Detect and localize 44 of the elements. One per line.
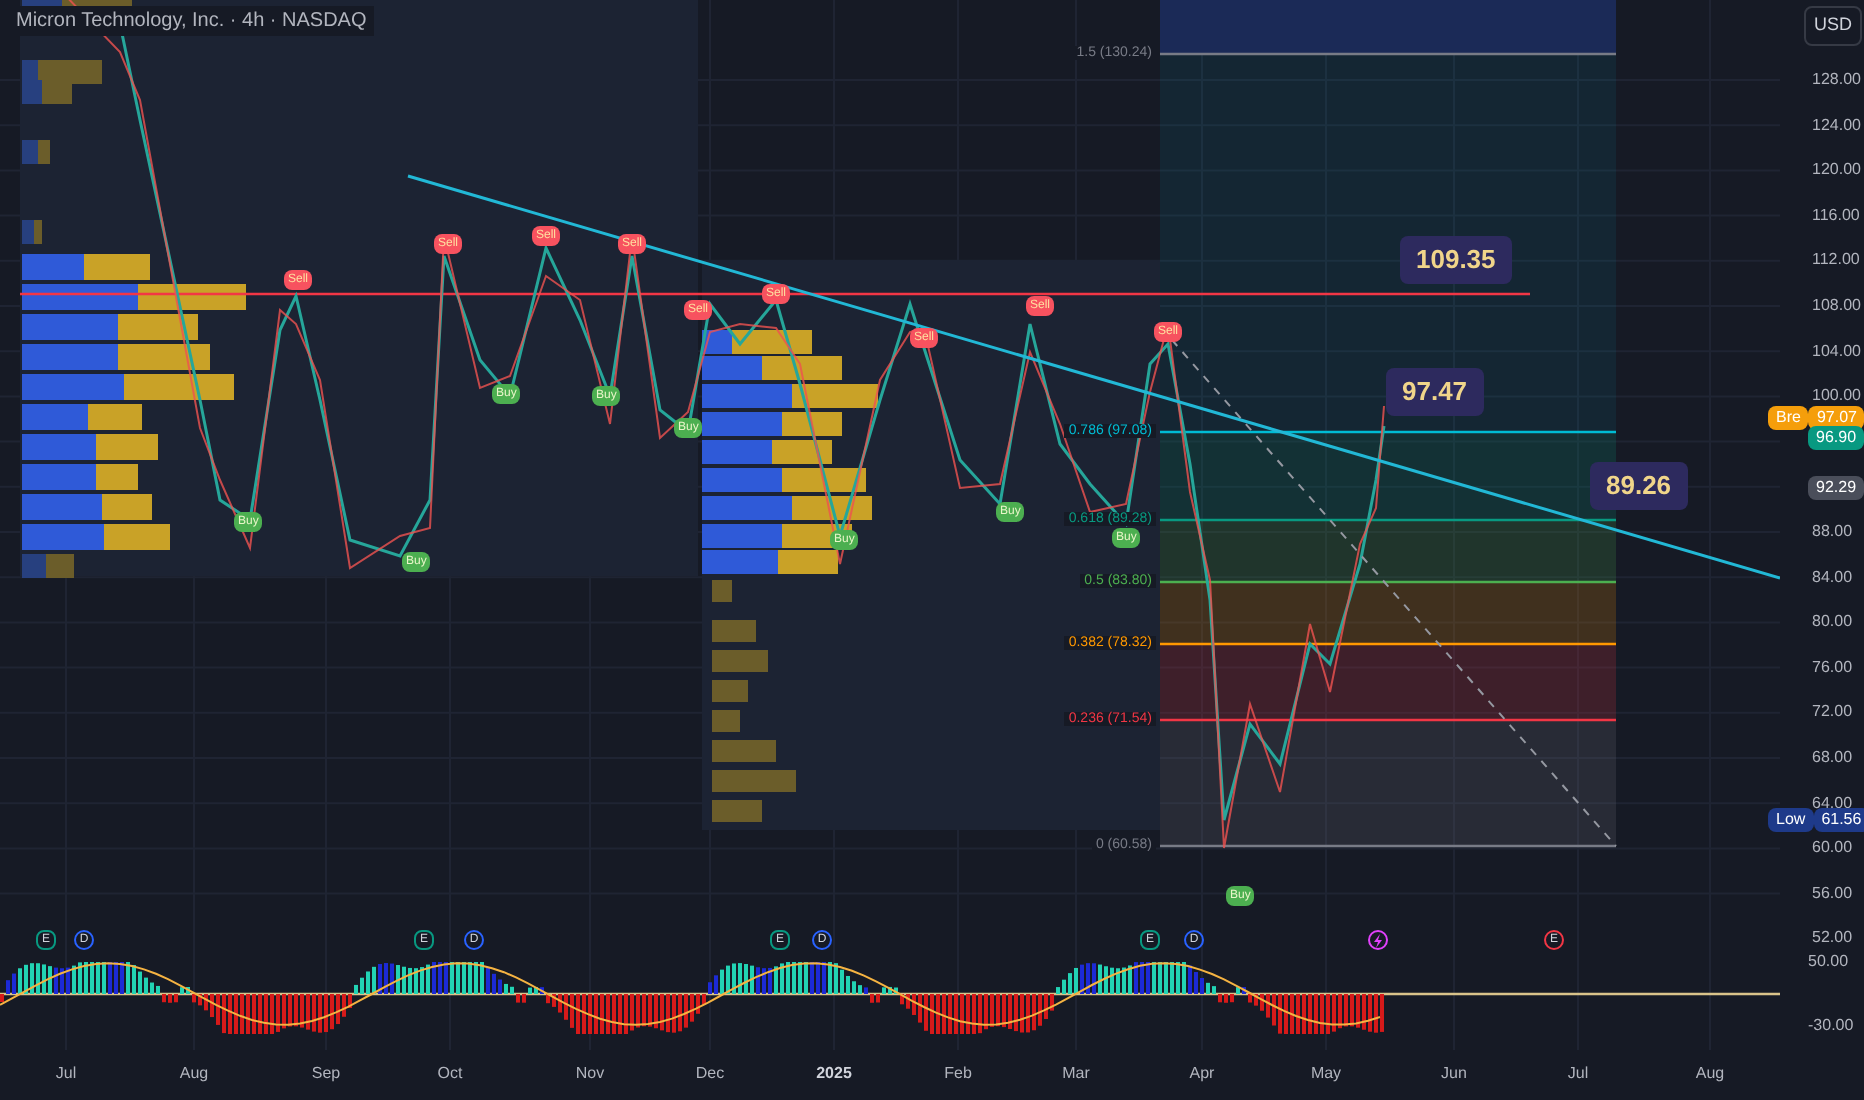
price-callout: 109.35 (1400, 236, 1512, 283)
price-axis-label: 56.00 (1812, 885, 1853, 902)
price-axis-label: 64.00 (1812, 795, 1853, 812)
price-axis-label: 116.00 (1812, 207, 1860, 224)
price-callout: 97.47 (1386, 368, 1484, 415)
price-tag-label: Bre (1768, 406, 1809, 430)
time-axis-label: Apr (1189, 1066, 1215, 1082)
price-axis-label: 76.00 (1812, 659, 1853, 676)
price-tag-label: Low (1768, 808, 1814, 832)
price-axis-label: 128.00 (1812, 72, 1861, 88)
time-axis-label: Aug (179, 1066, 209, 1082)
time-axis-label: Jul (1567, 1066, 1589, 1082)
currency-button[interactable]: USD (1804, 6, 1863, 45)
time-axis-label: Jun (1441, 1066, 1467, 1082)
price-axis-label: 88.00 (1812, 524, 1853, 540)
price-axis-label: 104.00 (1812, 343, 1861, 360)
time-axis-label: Oct (437, 1066, 463, 1082)
price-axis-label: 100.00 (1812, 388, 1861, 405)
price-axis-label: 68.00 (1812, 750, 1853, 766)
time-axis-label: 2025 (816, 1066, 852, 1082)
time-axis-label: May (1310, 1066, 1342, 1082)
price-callout: 89.26 (1590, 462, 1688, 509)
price-axis-label: 108.00 (1812, 298, 1861, 314)
time-axis-label: Feb (944, 1066, 972, 1082)
price-axis-label: 52.00 (1812, 930, 1853, 947)
price-axis-label: 112.00 (1812, 252, 1860, 269)
time-axis-label: Dec (695, 1066, 725, 1082)
oscillator-axis-label: 50.00 (1808, 954, 1849, 970)
price-axis-label: 84.00 (1812, 569, 1853, 586)
price-tag: 61.56 (1813, 808, 1864, 832)
price-axis-label: 120.00 (1812, 162, 1861, 179)
time-axis-label: Jul (55, 1066, 77, 1082)
price-tag: 92.29 (1808, 476, 1864, 500)
price-axis-label: 80.00 (1812, 614, 1853, 631)
price-tag: 96.90 (1808, 426, 1864, 450)
time-axis-label: Mar (1062, 1066, 1090, 1082)
price-axis-label: 124.00 (1812, 117, 1861, 134)
price-axis-label: 72.00 (1812, 704, 1853, 721)
oscillator-axis-label: -30.00 (1808, 1018, 1854, 1034)
time-axis-label: Aug (1695, 1066, 1725, 1082)
price-axis-label: 60.00 (1812, 840, 1853, 857)
lightning-icon[interactable] (1368, 930, 1388, 950)
time-axis-label: Nov (575, 1066, 605, 1082)
time-axis-label: Sep (311, 1066, 341, 1082)
